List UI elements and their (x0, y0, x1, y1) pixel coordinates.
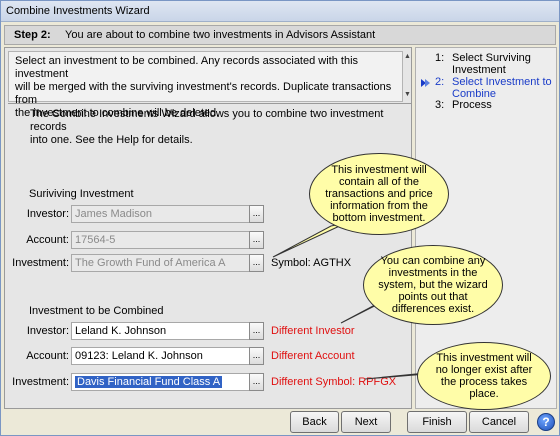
scroll-up-icon[interactable]: ▲ (404, 53, 411, 60)
combine-investor-field[interactable]: Leland K. Johnson (71, 322, 250, 340)
surviving-account-label: Account: (26, 234, 69, 246)
current-step-icon (421, 79, 430, 87)
surviving-investment-browse-button[interactable]: ... (249, 254, 264, 272)
step-header: Step 2: You are about to combine two inv… (4, 25, 556, 45)
combine-investor-label: Investor: (26, 325, 69, 337)
instructions-scrollbar[interactable]: ▲ ▼ (404, 51, 412, 102)
different-symbol-warning: Different Symbol: RPFGX (271, 376, 397, 388)
back-button[interactable]: Back (290, 411, 339, 433)
surviving-investor-label: Investor: (26, 208, 69, 220)
surviving-investment-field[interactable]: The Growth Fund of America A (71, 254, 250, 272)
surviving-account-field[interactable]: 17564-5 (71, 231, 250, 249)
combine-account-field[interactable]: 09123: Leland K. Johnson (71, 347, 250, 365)
intro-text: The Combine Investments Wizard allows yo… (30, 108, 400, 147)
combine-account-browse-button[interactable]: ... (249, 347, 264, 365)
surviving-investor-field[interactable]: James Madison (71, 205, 250, 223)
callout-differences: You can combine any investments in the s… (363, 245, 503, 325)
intro-line: into one. See the Help for details. (30, 134, 193, 146)
finish-button[interactable]: Finish (407, 411, 467, 433)
combine-section-label: Investment to be Combined (29, 305, 164, 317)
callout-surviving-investment: This investment will contain all of the … (309, 153, 449, 235)
surviving-account-browse-button[interactable]: ... (249, 231, 264, 249)
instructions-box: Select an investment to be combined. Any… (8, 51, 403, 119)
step-item-label: Select Investment to Combine (452, 76, 552, 100)
combine-investment-label: Investment: (12, 376, 69, 388)
surviving-symbol: Symbol: AGTHX (271, 257, 352, 269)
window-title: Combine Investments Wizard (6, 5, 150, 17)
step-item-number: 1: (435, 52, 445, 64)
surviving-investment-label: Investment: (12, 257, 69, 269)
combine-investment-value: Davis Financial Fund Class A (75, 376, 223, 388)
step-item-label: Select Surviving Investment (452, 52, 531, 76)
step-description: You are about to combine two investments… (65, 29, 376, 41)
divider (8, 103, 411, 104)
different-investor-warning: Different Investor (271, 325, 355, 337)
combine-account-label: Account: (26, 350, 69, 362)
step-item-number: 3: (435, 99, 445, 111)
surviving-section-label: Suriviving Investment (29, 188, 134, 200)
step-item-label: Process (452, 99, 492, 111)
instructions-line: Select an investment to be combined. Any… (15, 55, 359, 80)
title-bar: Combine Investments Wizard (1, 1, 559, 22)
cancel-button[interactable]: Cancel (469, 411, 529, 433)
combine-investment-field[interactable]: Davis Financial Fund Class A (71, 373, 250, 391)
intro-line: The Combine Investments Wizard allows yo… (30, 108, 384, 133)
combine-investment-browse-button[interactable]: ... (249, 373, 264, 391)
combine-investor-browse-button[interactable]: ... (249, 322, 264, 340)
surviving-investor-browse-button[interactable]: ... (249, 205, 264, 223)
different-account-warning: Different Account (271, 350, 355, 362)
next-button[interactable]: Next (341, 411, 391, 433)
help-icon[interactable]: ? (537, 413, 555, 431)
step-item-number: 2: (435, 76, 445, 88)
callout-removed-investment: This investment will no longer exist aft… (417, 342, 551, 410)
step-number: Step 2: (14, 29, 51, 41)
combine-investments-window: Combine Investments Wizard Step 2: You a… (0, 0, 560, 436)
scroll-down-icon[interactable]: ▼ (404, 91, 411, 98)
